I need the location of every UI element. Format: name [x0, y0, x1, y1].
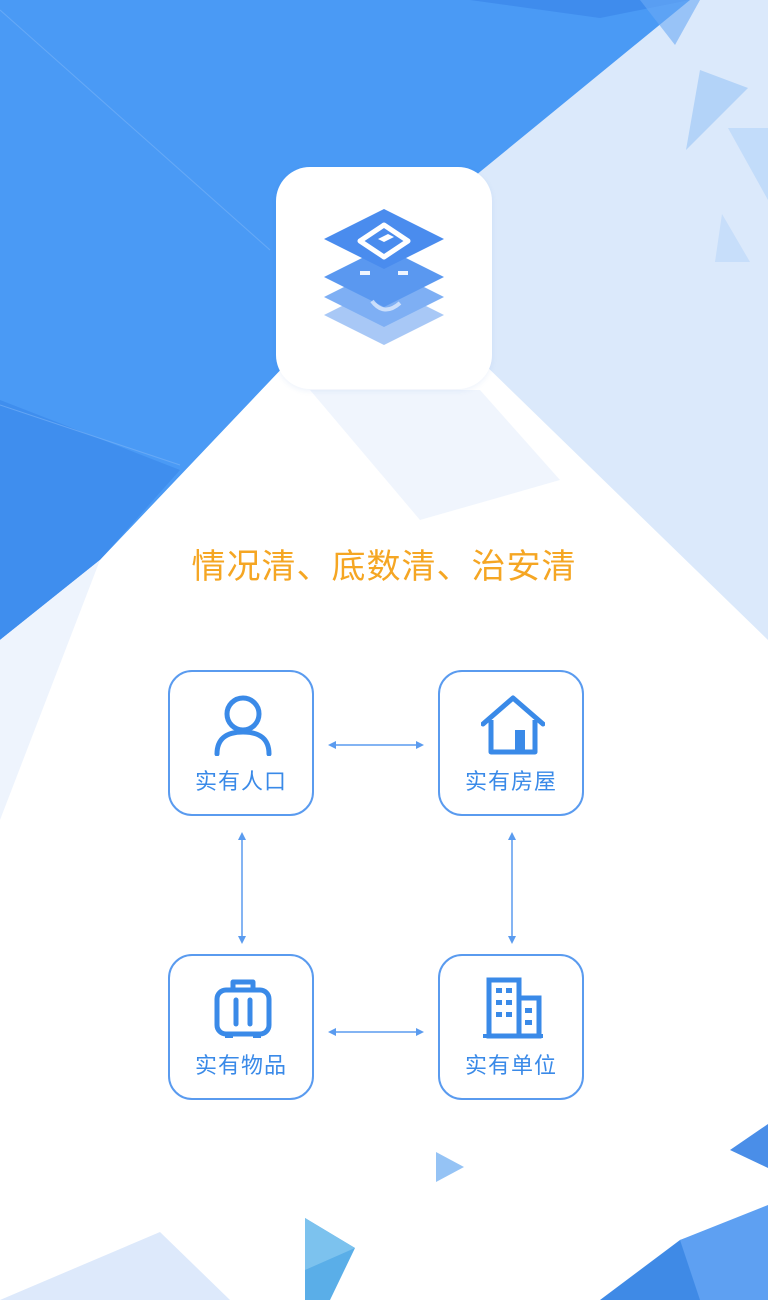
card-population[interactable]: 实有人口	[168, 670, 314, 816]
splash-screen: 情况清、底数清、治安清 实有人口 实有房屋 实有物品 实有单位	[0, 0, 768, 1300]
arrow-housing-unit	[508, 832, 516, 944]
card-label-goods: 实有物品	[194, 1054, 287, 1079]
arrow-population-goods	[238, 832, 246, 944]
stacked-layers-house-icon	[324, 209, 444, 345]
arrow-goods-unit	[328, 1028, 424, 1036]
house-icon	[481, 695, 545, 755]
card-unit[interactable]: 实有单位	[438, 954, 584, 1100]
card-label-population: 实有人口	[194, 770, 287, 795]
card-label-unit: 实有单位	[464, 1054, 557, 1079]
card-housing[interactable]: 实有房屋	[438, 670, 584, 816]
card-goods[interactable]: 实有物品	[168, 954, 314, 1100]
slogan-text: 情况清、底数清、治安清	[191, 547, 577, 587]
person-icon	[214, 695, 272, 756]
arrow-population-housing	[328, 741, 424, 749]
office-building-icon	[483, 977, 543, 1039]
app-logo	[276, 167, 492, 389]
card-label-housing: 实有房屋	[464, 770, 557, 795]
suitcase-icon	[214, 979, 272, 1038]
